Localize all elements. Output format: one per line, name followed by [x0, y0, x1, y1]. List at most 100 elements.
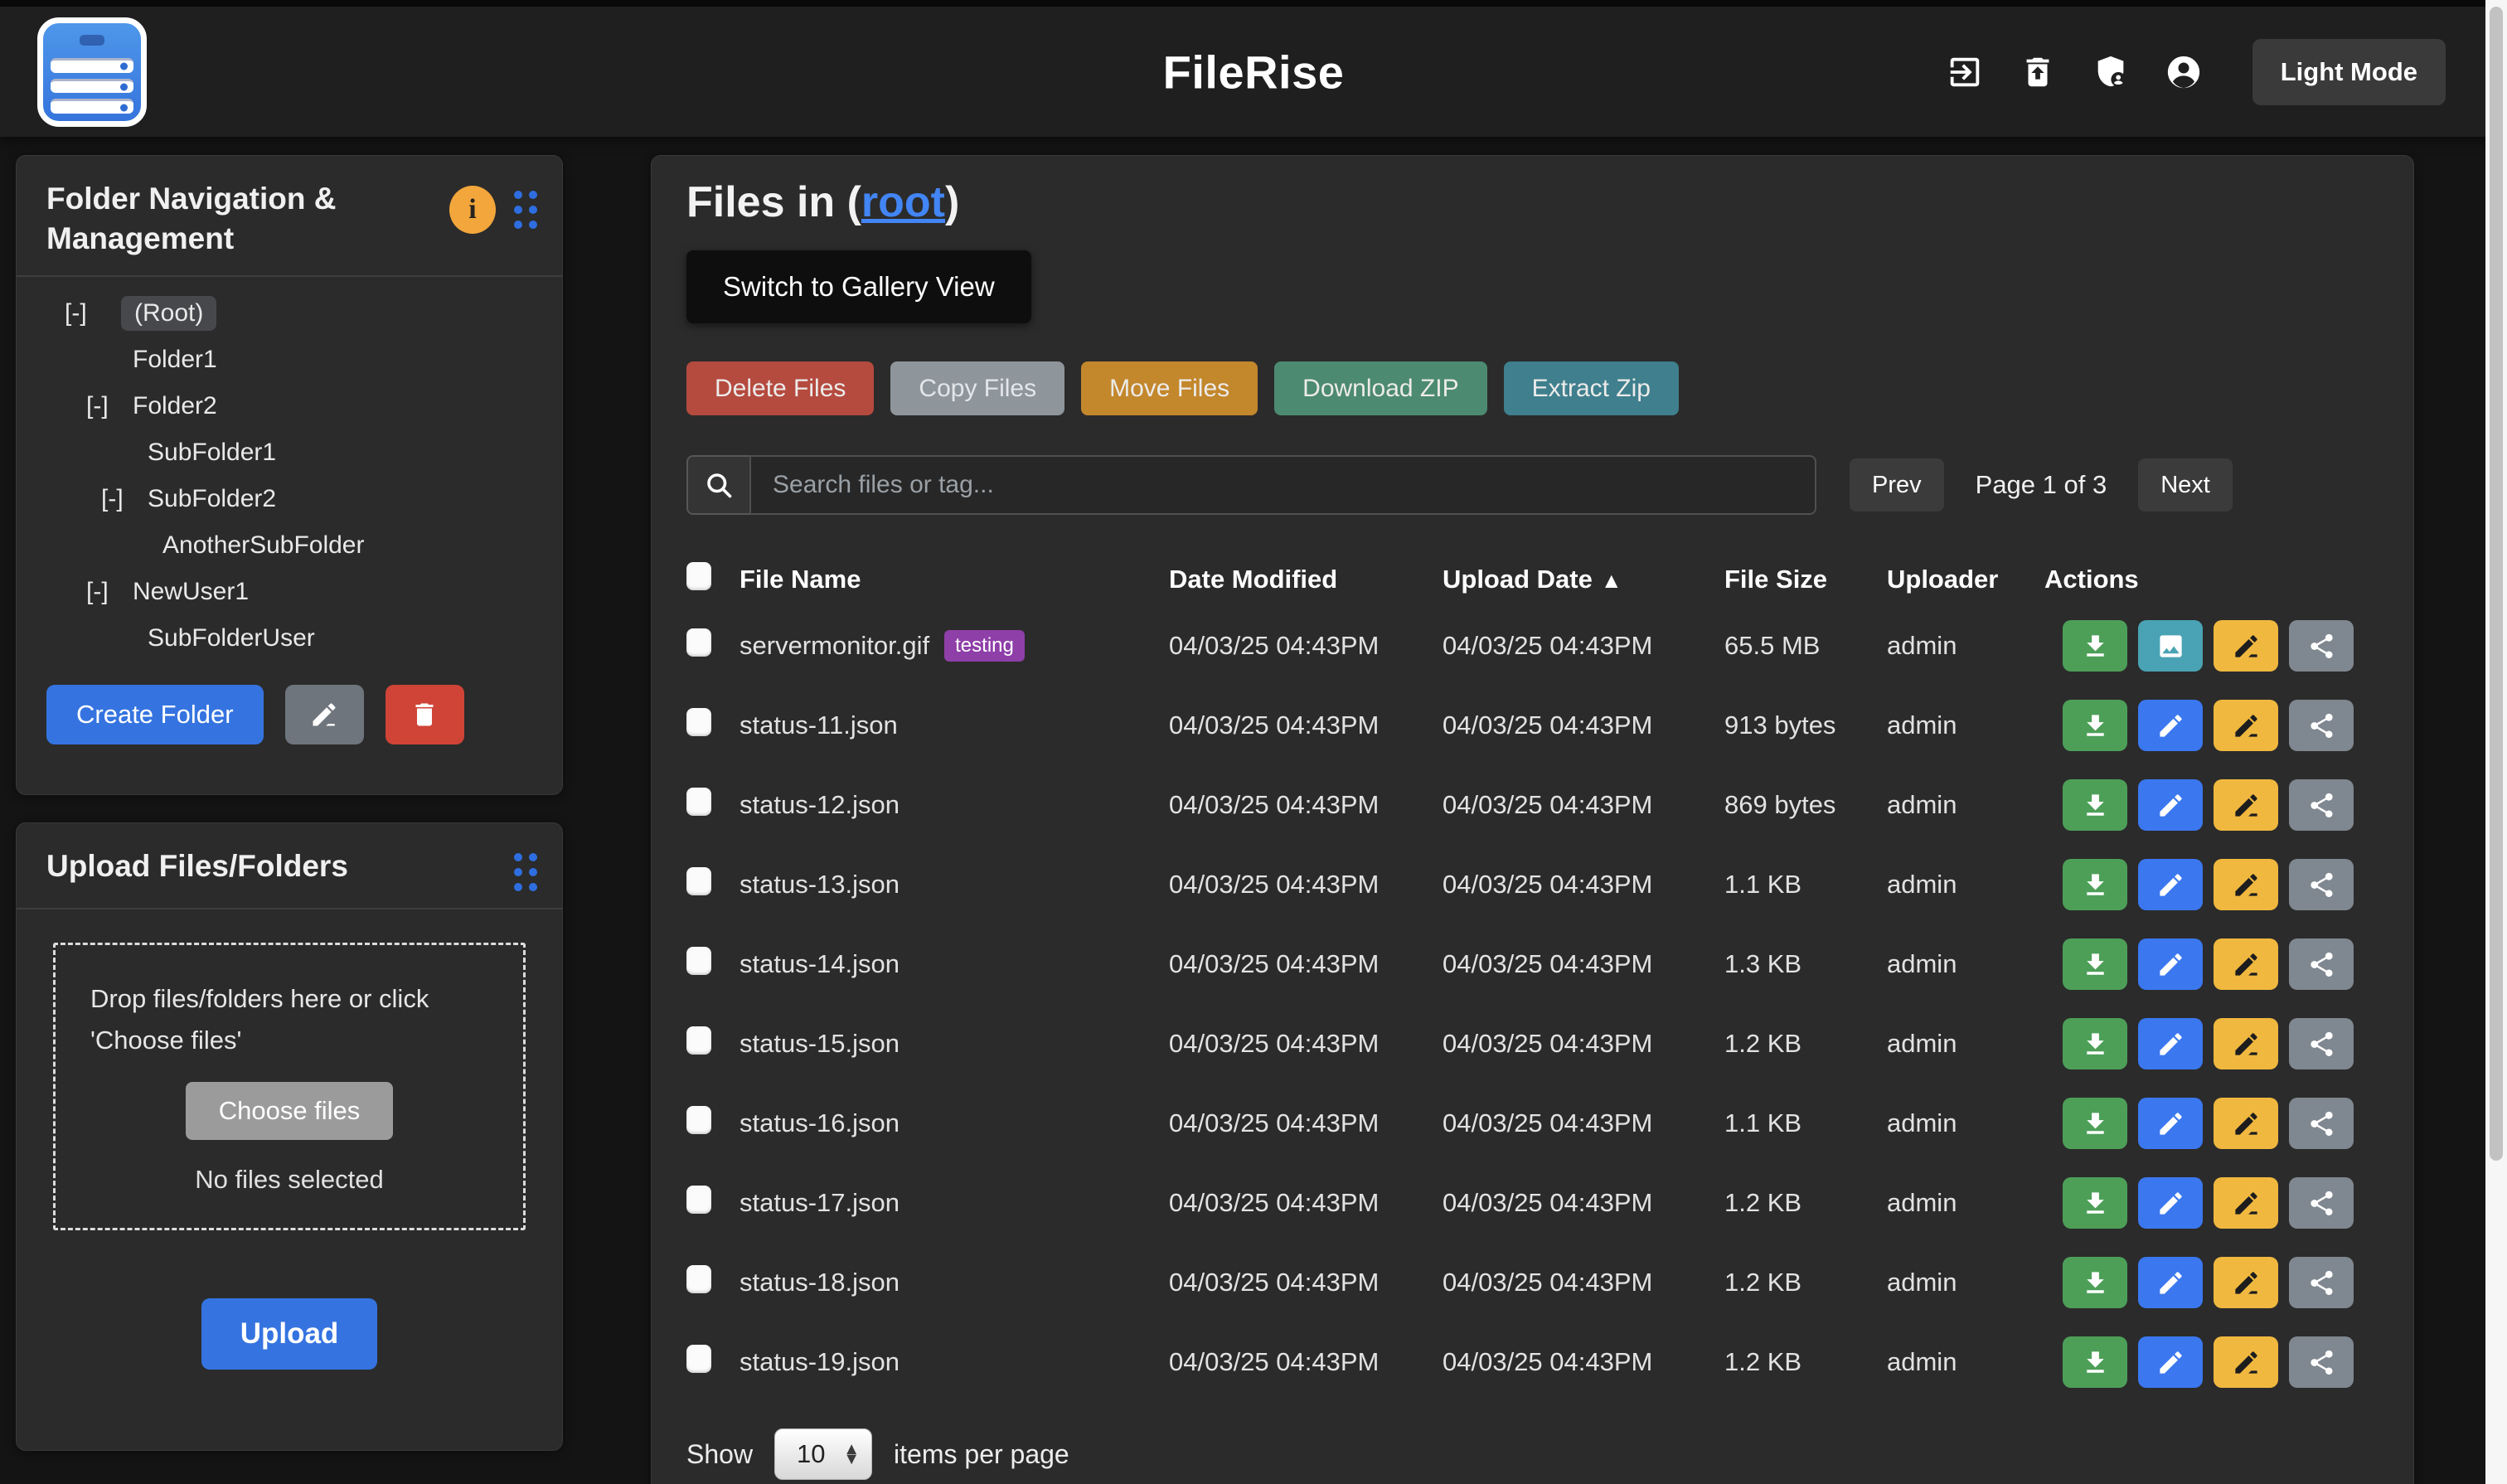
- logout-icon[interactable]: [1946, 53, 1984, 91]
- file-name[interactable]: status-13.json: [739, 870, 900, 900]
- share-button[interactable]: [2289, 1177, 2354, 1229]
- edit-button[interactable]: [2138, 779, 2203, 831]
- rename-tag-button[interactable]: [2214, 859, 2278, 910]
- file-name[interactable]: servermonitor.gif: [739, 631, 929, 661]
- folder-tree-item[interactable]: [-] SubFolder2: [17, 476, 562, 522]
- gallery-view-toggle-button[interactable]: Switch to Gallery View: [686, 250, 1031, 323]
- upload-button[interactable]: Upload: [201, 1298, 377, 1370]
- share-button[interactable]: [2289, 1018, 2354, 1069]
- account-icon[interactable]: [2165, 53, 2203, 91]
- tree-collapse-toggle[interactable]: [-]: [86, 392, 133, 420]
- info-icon[interactable]: i: [449, 186, 496, 234]
- rename-tag-button[interactable]: [2214, 1336, 2278, 1388]
- rename-tag-button[interactable]: [2214, 620, 2278, 672]
- file-name[interactable]: status-16.json: [739, 1108, 900, 1138]
- folder-label[interactable]: AnotherSubFolder: [162, 531, 365, 560]
- delete-files-button[interactable]: Delete Files: [686, 361, 874, 415]
- scrollbar-track[interactable]: [2485, 0, 2507, 1484]
- create-folder-button[interactable]: Create Folder: [46, 685, 264, 744]
- choose-files-button[interactable]: Choose files: [186, 1082, 394, 1140]
- folder-label[interactable]: NewUser1: [133, 578, 249, 606]
- edit-button[interactable]: [2138, 1257, 2203, 1308]
- admin-shield-icon[interactable]: [2092, 53, 2130, 91]
- download-button[interactable]: [2063, 779, 2127, 831]
- edit-button[interactable]: [2138, 1098, 2203, 1149]
- file-name[interactable]: status-14.json: [739, 949, 900, 979]
- row-checkbox[interactable]: [686, 788, 711, 816]
- row-checkbox[interactable]: [686, 867, 711, 895]
- folder-label[interactable]: Folder1: [133, 346, 217, 374]
- delete-folder-button[interactable]: [386, 685, 464, 744]
- share-button[interactable]: [2289, 859, 2354, 910]
- file-name[interactable]: status-18.json: [739, 1268, 900, 1297]
- extract-zip-button[interactable]: Extract Zip: [1504, 361, 1679, 415]
- select-all-checkbox[interactable]: [686, 562, 711, 590]
- rename-tag-button[interactable]: [2214, 1098, 2278, 1149]
- file-dropzone[interactable]: Drop files/folders here or click 'Choose…: [53, 943, 526, 1230]
- edit-button[interactable]: [2138, 1336, 2203, 1388]
- drag-handle-icon[interactable]: [514, 853, 537, 891]
- rename-tag-button[interactable]: [2214, 700, 2278, 751]
- move-files-button[interactable]: Move Files: [1081, 361, 1258, 415]
- file-name[interactable]: status-11.json: [739, 710, 898, 740]
- row-checkbox[interactable]: [686, 1186, 711, 1214]
- edit-button[interactable]: [2138, 859, 2203, 910]
- share-button[interactable]: [2289, 620, 2354, 672]
- root-folder-link[interactable]: root: [861, 178, 945, 226]
- rename-tag-button[interactable]: [2214, 1018, 2278, 1069]
- search-input[interactable]: [749, 455, 1816, 515]
- rename-tag-button[interactable]: [2214, 938, 2278, 990]
- folder-tree-item[interactable]: AnotherSubFolder: [17, 522, 562, 569]
- download-button[interactable]: [2063, 1336, 2127, 1388]
- row-checkbox[interactable]: [686, 1345, 711, 1373]
- rename-tag-button[interactable]: [2214, 779, 2278, 831]
- folder-label[interactable]: (Root): [121, 296, 216, 331]
- search-icon[interactable]: [686, 455, 749, 515]
- share-button[interactable]: [2289, 1336, 2354, 1388]
- col-header-file-size[interactable]: File Size: [1724, 565, 1887, 594]
- rename-folder-button[interactable]: [285, 685, 364, 744]
- edit-button[interactable]: [2138, 938, 2203, 990]
- folder-tree-item[interactable]: [-] Folder2: [17, 383, 562, 429]
- folder-tree-item[interactable]: Folder1: [17, 337, 562, 383]
- folder-label[interactable]: Folder2: [133, 392, 217, 420]
- share-button[interactable]: [2289, 938, 2354, 990]
- folder-tree-item[interactable]: [-] (Root): [17, 290, 562, 337]
- col-header-uploader[interactable]: Uploader: [1887, 565, 2044, 594]
- next-page-button[interactable]: Next: [2138, 458, 2233, 512]
- scrollbar-thumb[interactable]: [2490, 7, 2503, 1161]
- edit-button[interactable]: [2138, 1177, 2203, 1229]
- folder-tree-item[interactable]: SubFolder1: [17, 429, 562, 476]
- preview-button[interactable]: [2138, 620, 2203, 672]
- share-button[interactable]: [2289, 1257, 2354, 1308]
- col-header-upload-date[interactable]: Upload Date▲: [1443, 565, 1724, 594]
- folder-label[interactable]: SubFolderUser: [148, 624, 315, 652]
- download-button[interactable]: [2063, 700, 2127, 751]
- file-name[interactable]: status-19.json: [739, 1347, 900, 1377]
- download-button[interactable]: [2063, 1177, 2127, 1229]
- download-button[interactable]: [2063, 859, 2127, 910]
- download-button[interactable]: [2063, 938, 2127, 990]
- row-checkbox[interactable]: [686, 947, 711, 975]
- file-name[interactable]: status-12.json: [739, 790, 900, 820]
- tree-collapse-toggle[interactable]: [-]: [86, 578, 133, 606]
- row-checkbox[interactable]: [686, 708, 711, 736]
- rename-tag-button[interactable]: [2214, 1177, 2278, 1229]
- row-checkbox[interactable]: [686, 628, 711, 657]
- download-button[interactable]: [2063, 1257, 2127, 1308]
- tree-collapse-toggle[interactable]: [-]: [65, 299, 121, 327]
- rename-tag-button[interactable]: [2214, 1257, 2278, 1308]
- folder-tree-item[interactable]: [-] NewUser1: [17, 569, 562, 615]
- col-header-date-modified[interactable]: Date Modified: [1169, 565, 1443, 594]
- download-button[interactable]: [2063, 620, 2127, 672]
- tree-collapse-toggle[interactable]: [-]: [101, 485, 148, 513]
- file-name[interactable]: status-17.json: [739, 1188, 900, 1218]
- restore-trash-icon[interactable]: [2019, 53, 2057, 91]
- row-checkbox[interactable]: [686, 1106, 711, 1134]
- col-header-file-name[interactable]: File Name: [739, 565, 1169, 594]
- items-per-page-select[interactable]: 10 ▲▼: [774, 1428, 872, 1480]
- share-button[interactable]: [2289, 779, 2354, 831]
- share-button[interactable]: [2289, 700, 2354, 751]
- folder-label[interactable]: SubFolder2: [148, 485, 276, 513]
- download-zip-button[interactable]: Download ZIP: [1274, 361, 1486, 415]
